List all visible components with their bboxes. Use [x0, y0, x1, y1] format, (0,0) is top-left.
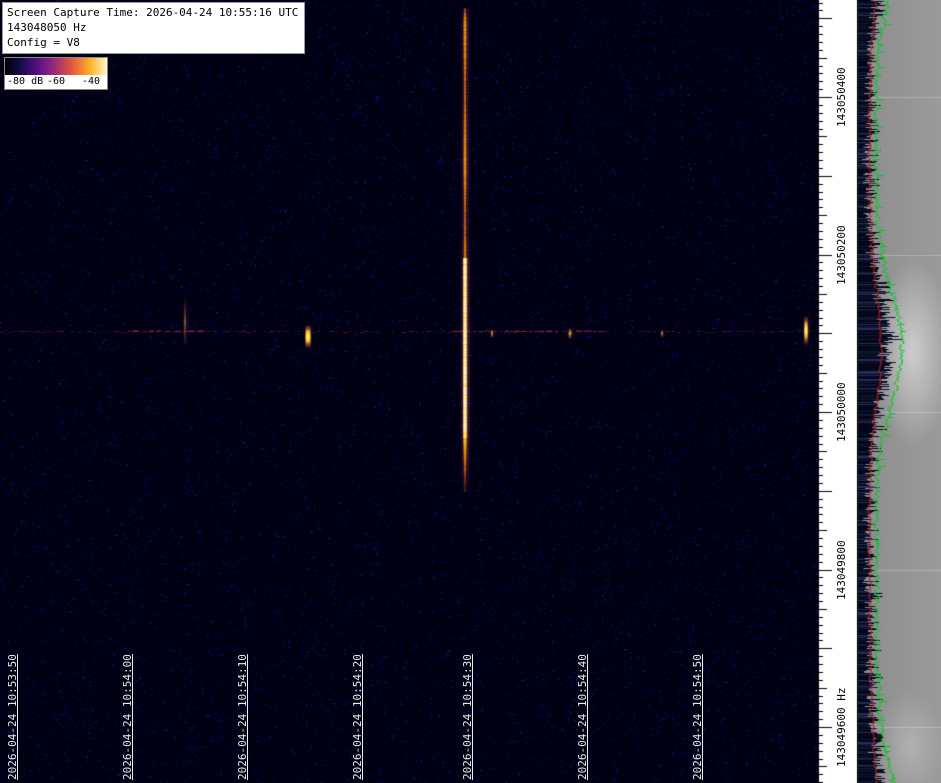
live-spectrum-panel-canvas — [858, 0, 941, 783]
frequency-ruler-canvas — [818, 0, 858, 783]
capture-info-line: Config = V8 — [7, 35, 298, 50]
colorbar-db-label: -80 dB — [7, 76, 43, 87]
colorbar-scale-labels: -80 dB -60 -40 — [5, 75, 107, 89]
waterfall-spectrogram-canvas — [0, 0, 818, 783]
capture-info-box: Screen Capture Time: 2026-04-24 10:55:16… — [2, 2, 305, 54]
intensity-colorbar: -80 dB -60 -40 — [4, 57, 108, 90]
colorbar-db-label: -60 — [47, 76, 65, 87]
spectrum-display: Screen Capture Time: 2026-04-24 10:55:16… — [0, 0, 941, 783]
colorbar-gradient — [5, 58, 107, 75]
capture-info-line: 143048050 Hz — [7, 20, 298, 35]
capture-info-line: Screen Capture Time: 2026-04-24 10:55:16… — [7, 5, 298, 20]
colorbar-db-label: -40 — [82, 76, 100, 87]
